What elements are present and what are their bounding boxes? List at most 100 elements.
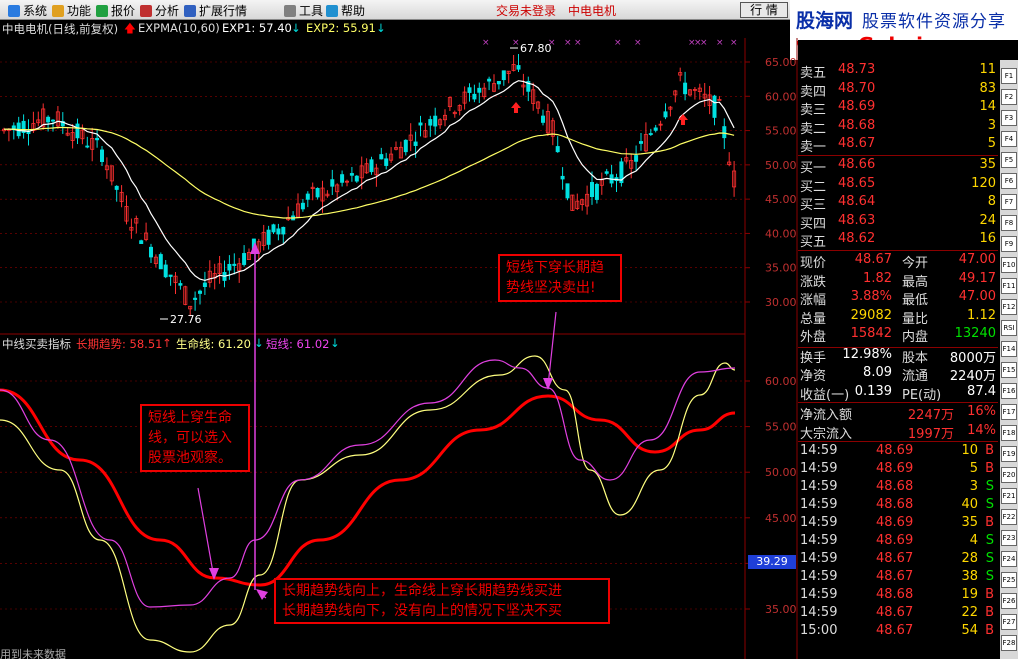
- sidebar-tool-button[interactable]: F14: [1001, 341, 1017, 357]
- sidebar-tool-button[interactable]: F17: [1001, 404, 1017, 420]
- sidebar-tool-button[interactable]: F21: [1001, 488, 1017, 504]
- stat-value: 29082: [850, 307, 892, 323]
- tick-price: 48.69: [876, 533, 914, 548]
- tick-row[interactable]: 14:59 48.69 10 B: [798, 443, 998, 461]
- stat-row[interactable]: 涨跌 1.82 最高 49.17: [798, 271, 998, 290]
- sidebar-tool-button[interactable]: F8: [1001, 215, 1017, 231]
- tick-row[interactable]: 14:59 48.67 38 S: [798, 569, 998, 587]
- stat-value: 13240: [954, 326, 996, 341]
- sidebar-tool-button[interactable]: F28: [1001, 635, 1017, 651]
- flow-row[interactable]: 净流入额 2247万 16%: [798, 404, 998, 423]
- order-book-sell-row[interactable]: 卖二 48.68 3: [798, 118, 998, 137]
- order-book-buy-row[interactable]: 买五 48.62 16: [798, 231, 998, 250]
- sidebar-tool-button[interactable]: F27: [1001, 614, 1017, 630]
- expma-name[interactable]: EXPMA(10,60): [138, 21, 220, 35]
- annotation-strategy: 长期趋势线向上，生命线上穿长期趋势线买进 长期趋势线向下，没有向上的情况下坚决不…: [274, 578, 610, 624]
- order-volume: 120: [971, 175, 996, 191]
- tick-price: 48.68: [876, 497, 914, 512]
- order-book-sell-row[interactable]: 卖三 48.69 14: [798, 99, 998, 118]
- sidebar-tool-button[interactable]: F6: [1001, 173, 1017, 189]
- candle-body: [472, 93, 477, 100]
- stat-row[interactable]: 换手 12.98% 股本 8000万: [798, 347, 998, 366]
- stat-row[interactable]: 净资 8.09 流通 2240万: [798, 365, 998, 384]
- order-book-sell-row[interactable]: 卖五 48.73 11: [798, 62, 998, 81]
- order-volume: 35: [979, 157, 996, 172]
- order-book-buy-row[interactable]: 买一 48.66 35: [798, 157, 998, 176]
- order-book-buy-row[interactable]: 买四 48.63 24: [798, 213, 998, 232]
- sidebar-tool-button[interactable]: F20: [1001, 467, 1017, 483]
- exp1-label: EXP1: 57.40: [222, 21, 292, 35]
- indicator-tick-label: 55.00: [765, 421, 797, 434]
- sidebar-tool-button[interactable]: F7: [1001, 194, 1017, 210]
- candle-body: [281, 226, 286, 235]
- sidebar-tool-button[interactable]: F26: [1001, 593, 1017, 609]
- chart-canvas[interactable]: 65.00 60.00 55.00 50.00 45.00 40.00 35.00 30.00…: [0, 0, 798, 659]
- tick-row[interactable]: 14:59 48.68 40 S: [798, 497, 998, 515]
- tick-row[interactable]: 14:59 48.69 4 S: [798, 533, 998, 551]
- candle-body: [712, 95, 717, 118]
- candle-body: [242, 253, 247, 265]
- sidebar-tool-button[interactable]: F19: [1001, 446, 1017, 462]
- tick-row[interactable]: 14:59 48.67 28 S: [798, 551, 998, 569]
- stat-row[interactable]: 总量 29082 量比 1.12: [798, 308, 998, 327]
- candle-body: [232, 263, 237, 266]
- stat-row[interactable]: 涨幅 3.88% 最低 47.00: [798, 289, 998, 308]
- order-volume: 83: [979, 80, 996, 96]
- tick-row[interactable]: 14:59 48.67 22 B: [798, 605, 998, 623]
- stat-row[interactable]: 收益(一) 0.139 PE(动) 87.4: [798, 384, 998, 403]
- flow-row[interactable]: 大宗流入 1997万 14%: [798, 423, 998, 442]
- indicator-title[interactable]: 中线买卖指标: [2, 336, 71, 352]
- order-book-sell-row[interactable]: 卖一 48.67 5: [798, 136, 998, 155]
- stat-row[interactable]: 外盘 15842 内盘 13240: [798, 326, 998, 345]
- sidebar-tool-button[interactable]: RSI: [1001, 320, 1017, 336]
- sidebar-tool-button[interactable]: F10: [1001, 257, 1017, 273]
- stat-value: 3.88%: [850, 289, 892, 304]
- signal-marker: ×: [548, 38, 556, 48]
- strategy-line-1: 长期趋势线向上，生命线上穿长期趋势线买进: [282, 583, 562, 599]
- sidebar-tool-button[interactable]: F3: [1001, 110, 1017, 126]
- sidebar-tool-button[interactable]: F24: [1001, 551, 1017, 567]
- order-volume: 3: [987, 117, 996, 133]
- tick-row[interactable]: 14:59 48.69 35 B: [798, 515, 998, 533]
- sidebar-tool-button[interactable]: F15: [1001, 362, 1017, 378]
- tick-side: B: [985, 461, 994, 476]
- order-book-buy-row[interactable]: 买二 48.65 120: [798, 176, 998, 195]
- stat-value: 49.17: [958, 270, 996, 286]
- candle-body: [418, 122, 423, 126]
- short-line-label: 短线: 61.02: [266, 337, 330, 351]
- tick-row[interactable]: 14:59 48.69 5 B: [798, 461, 998, 479]
- sidebar-tool-button[interactable]: F22: [1001, 509, 1017, 525]
- candle-body: [197, 290, 202, 294]
- sidebar-tool-button[interactable]: F1: [1001, 68, 1017, 84]
- annotation-cross-up: 短线上穿生命线，可以选入股票池观察。: [140, 404, 250, 472]
- sidebar-tool-button[interactable]: F16: [1001, 383, 1017, 399]
- stat-value: 8.09: [863, 365, 892, 380]
- order-book-buy-row[interactable]: 买三 48.64 8: [798, 194, 998, 213]
- sidebar-tool-button[interactable]: F4: [1001, 131, 1017, 147]
- sidebar-tool-button[interactable]: F5: [1001, 152, 1017, 168]
- down-arrow-icon: ↓: [254, 336, 264, 350]
- sidebar-tool-button[interactable]: F12: [1001, 299, 1017, 315]
- tick-time: 14:59: [800, 515, 838, 530]
- order-book-sell-row[interactable]: 卖四 48.70 83: [798, 81, 998, 100]
- sidebar-tool-button[interactable]: F25: [1001, 572, 1017, 588]
- order-level-label: 卖三: [800, 103, 827, 119]
- tick-row[interactable]: 14:59 48.68 19 B: [798, 587, 998, 605]
- sidebar-tool-button[interactable]: F2: [1001, 89, 1017, 105]
- tick-row[interactable]: 14:59 48.68 3 S: [798, 479, 998, 497]
- price-tick-label: 45.00: [765, 193, 797, 206]
- signal-marker: ×: [574, 38, 582, 48]
- indicator-tick-label: 50.00: [765, 466, 797, 479]
- candle-body: [100, 149, 105, 162]
- candle-body: [85, 145, 90, 148]
- stat-row[interactable]: 现价 48.67 今开 47.00: [798, 252, 998, 271]
- sidebar-tool-button[interactable]: F18: [1001, 425, 1017, 441]
- tick-row[interactable]: 15:00 48.67 54 B: [798, 623, 998, 641]
- stat-value: 87.4: [967, 383, 996, 399]
- sidebar-tool-button[interactable]: F23: [1001, 530, 1017, 546]
- sidebar-tool-button[interactable]: F9: [1001, 236, 1017, 252]
- price-tick-label: 50.00: [765, 159, 797, 172]
- order-level-label: 卖五: [800, 66, 827, 81]
- stat-value: 1.12: [967, 307, 996, 323]
- sidebar-tool-button[interactable]: F11: [1001, 278, 1017, 294]
